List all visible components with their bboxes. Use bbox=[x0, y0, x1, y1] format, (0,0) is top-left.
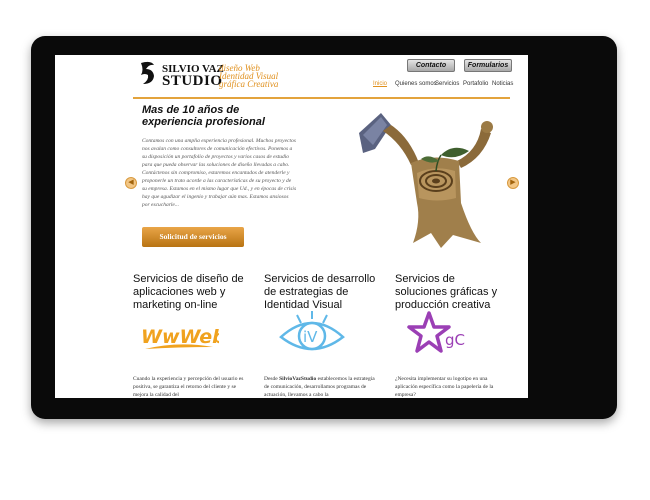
brand-name-bottom: STUDIO bbox=[162, 73, 223, 89]
nav-item-portafolio[interactable]: Portafolio bbox=[463, 81, 488, 87]
service-text-identity-brand: SilvioVazStudio bbox=[279, 376, 317, 382]
tagline-line-3: gráfica Creativa bbox=[219, 79, 279, 89]
tree-stump-illustration bbox=[359, 113, 493, 248]
website-screen: SILVIO VAZ STUDIO diseño Web Identidad V… bbox=[55, 55, 528, 398]
hero-title: Mas de 10 años de experiencia profesiona… bbox=[142, 104, 265, 128]
brand-name[interactable]: SILVIO VAZ STUDIO bbox=[162, 63, 224, 89]
request-services-button[interactable]: Solicitud de servicios bbox=[142, 227, 244, 247]
gc-logo-text: gC bbox=[445, 331, 465, 349]
slider-prev-arrow-icon[interactable]: ◀ bbox=[125, 177, 137, 189]
nav-item-inicio[interactable]: Inicio bbox=[373, 81, 387, 87]
service-title-web[interactable]: Servicios de diseño de aplicaciones web … bbox=[133, 273, 245, 312]
studio-logo-icon[interactable] bbox=[137, 60, 159, 86]
nav-item-noticias[interactable]: Noticias bbox=[492, 81, 513, 87]
service-text-graphics: ¿Necesita implementar su logotipo en una… bbox=[395, 376, 494, 398]
service-text-identity-lead: Desde bbox=[264, 376, 280, 382]
hero-body-text: Contamos con una amplia experiencia prof… bbox=[142, 138, 297, 208]
service-text-identity: Desde SilvioVazStudio establecemos la es… bbox=[264, 375, 376, 398]
iv-logo-icon[interactable]: iV bbox=[277, 307, 347, 363]
nav-item-servicios[interactable]: Servicios bbox=[435, 81, 459, 87]
iv-logo-text: iV bbox=[303, 328, 318, 346]
forms-button[interactable]: Formularios bbox=[464, 59, 512, 72]
wwweb-logo-icon[interactable]: WwWeb bbox=[139, 317, 219, 357]
nav-item-quienes-somos[interactable]: Quienes somos bbox=[395, 81, 437, 87]
service-title-graphics[interactable]: Servicios de soluciones gráficas y produ… bbox=[395, 273, 507, 312]
header-divider bbox=[133, 97, 510, 99]
gc-logo-icon[interactable]: gC bbox=[407, 309, 475, 361]
brand-tagline: diseño Web Identidad Visual gráfica Crea… bbox=[219, 64, 279, 89]
contact-button[interactable]: Contacto bbox=[407, 59, 455, 72]
service-text-web: Cuando la experiencia y percepción del u… bbox=[133, 376, 244, 398]
